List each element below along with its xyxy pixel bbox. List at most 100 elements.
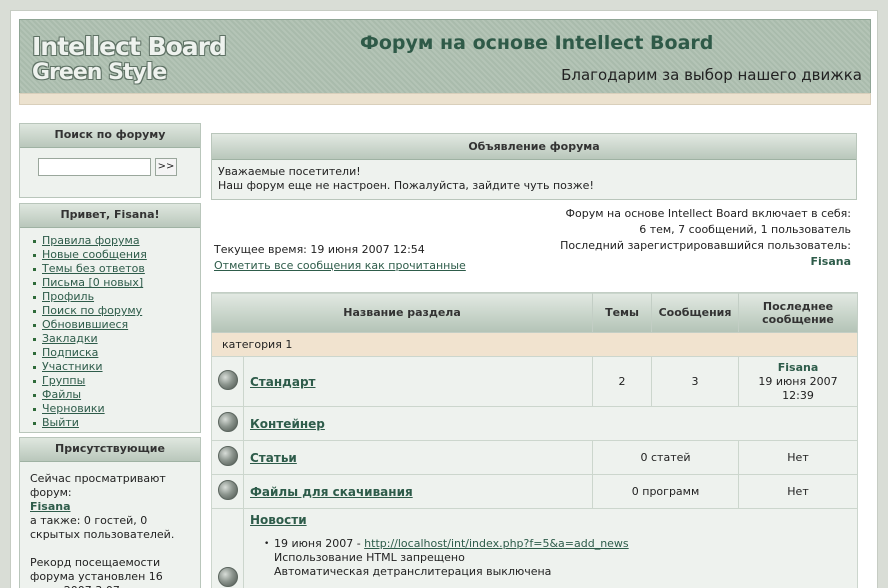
menu-link-members[interactable]: Участники — [42, 360, 103, 373]
col-header-name: Название раздела — [210, 292, 594, 333]
menu-item-files: Файлы — [32, 388, 200, 402]
table-row: Статьи 0 статей Нет — [211, 440, 859, 475]
table-row: Стандарт 2 3 Fisana 19 июня 2007 12:39 — [211, 356, 859, 407]
menu-link-updated[interactable]: Обновившиеся — [42, 318, 128, 331]
present-title: Присутствующие — [20, 438, 200, 462]
last-post-time: 12:39 — [782, 388, 814, 402]
menu-item-search: Поиск по форуму — [32, 304, 200, 318]
menu-link-search[interactable]: Поиск по форуму — [42, 304, 142, 317]
site-header: Intellect Board Green Style Форум на осн… — [19, 19, 871, 103]
stats-line2: 6 тем, 7 сообщений, 1 пользователь — [639, 223, 851, 236]
logo-line1[interactable]: Intellect Board — [32, 32, 227, 61]
forum-table: Название раздела Темы Сообщения Последне… — [210, 292, 859, 588]
announcement-line1: Уважаемые посетители! — [218, 165, 361, 178]
programs-count: 0 программ — [592, 474, 740, 509]
menu-item-messages: Письма [0 новых] — [32, 276, 200, 290]
present-line2: а также: 0 гостей, 0 скрытых пользовател… — [30, 514, 175, 541]
last-post: Нет — [738, 474, 859, 509]
news-item: • 19 июня 2007 - http://localhost/int/in… — [264, 537, 857, 551]
menu-item-new-posts: Новые сообщения — [32, 248, 200, 262]
news-note: Автоматическая детранслитерация выключен… — [274, 565, 552, 578]
forum-link[interactable]: Новости — [244, 513, 307, 527]
menu-link-new-posts[interactable]: Новые сообщения — [42, 248, 147, 261]
col-header-topics: Темы — [592, 292, 653, 333]
stats-line3: Последний зарегистрировавшийся пользоват… — [560, 239, 851, 252]
category-row: категория 1 — [210, 332, 859, 357]
present-panel: Присутствующие Сейчас просматривают фору… — [19, 437, 201, 588]
menu-link-rules[interactable]: Правила форума — [42, 234, 140, 247]
posts-count: 3 — [651, 356, 740, 407]
bullet-icon: • — [264, 539, 270, 549]
search-panel: Поиск по форуму >> — [19, 123, 201, 198]
last-post: Fisana 19 июня 2007 12:39 — [738, 356, 859, 407]
news-link[interactable]: http://localhost/int/index.php?f=5&a=add… — [364, 537, 629, 550]
menu-link-profile[interactable]: Профиль — [42, 290, 94, 303]
table-row: Контейнер — [211, 406, 859, 441]
user-menu: Правила форума Новые сообщения Темы без … — [20, 228, 200, 434]
last-post-date: 19 июня 2007 — [758, 374, 838, 388]
menu-item-logout: Выйти — [32, 416, 200, 430]
forum-link[interactable]: Статьи — [244, 451, 297, 465]
menu-link-messages[interactable]: Письма [0 новых] — [42, 276, 143, 289]
table-row: Файлы для скачивания 0 программ Нет — [211, 474, 859, 509]
forum-link[interactable]: Стандарт — [244, 375, 315, 389]
announcement-title: Объявление форума — [212, 134, 856, 160]
menu-link-drafts[interactable]: Черновики — [42, 402, 105, 415]
menu-link-groups[interactable]: Группы — [42, 374, 85, 387]
menu-item-subscriptions: Подписка — [32, 346, 200, 360]
present-record: Рекорд посещаемости форума установлен 16… — [30, 556, 163, 588]
user-menu-panel: Привет, Fisana! Правила форума Новые соо… — [19, 203, 201, 433]
menu-item-bookmarks: Закладки — [32, 332, 200, 346]
table-header-row: Название раздела Темы Сообщения Последне… — [210, 292, 859, 333]
category-title[interactable]: категория 1 — [210, 332, 859, 357]
menu-item-rules: Правила форума — [32, 234, 200, 248]
news-list: • 19 июня 2007 - http://localhost/int/in… — [244, 527, 857, 579]
col-header-last: Последнее сообщение — [738, 292, 859, 333]
announcement-panel: Объявление форума Уважаемые посетители! … — [211, 133, 857, 200]
articles-count: 0 статей — [592, 440, 740, 475]
forum-status-icon — [217, 412, 238, 432]
main-content: Объявление форума Уважаемые посетители! … — [210, 133, 859, 588]
announcement-line2: Наш форум еще не настроен. Пожалуйста, з… — [218, 179, 594, 192]
last-post: Нет — [738, 440, 859, 475]
logo-line2[interactable]: Green Style — [32, 60, 167, 85]
menu-item-profile: Профиль — [32, 290, 200, 304]
forum-info: Текущее время: 19 июня 2007 12:54 Отмети… — [211, 200, 857, 292]
search-input[interactable] — [38, 158, 151, 176]
present-line1: Сейчас просматривают форум: — [30, 472, 166, 499]
site-subtitle: Благодарим за выбор нашего движка — [561, 66, 862, 84]
newest-user-link[interactable]: Fisana — [560, 254, 851, 270]
forum-status-icon — [217, 480, 238, 500]
forum-link[interactable]: Контейнер — [244, 417, 325, 431]
current-time: Текущее время: 19 июня 2007 12:54 — [214, 243, 425, 256]
search-panel-title: Поиск по форуму — [20, 124, 200, 148]
forum-status-icon — [217, 446, 238, 466]
menu-item-drafts: Черновики — [32, 402, 200, 416]
present-user-link[interactable]: Fisana — [30, 500, 190, 514]
forum-stats: Форум на основе Intellect Board включает… — [560, 206, 851, 270]
forum-status-icon — [217, 567, 238, 587]
forum-link[interactable]: Файлы для скачивания — [244, 485, 413, 499]
site-title: Форум на основе Intellect Board — [360, 32, 714, 54]
header-bar — [19, 93, 871, 105]
menu-item-updated: Обновившиеся — [32, 318, 200, 332]
present-body: Сейчас просматривают форум: Fisana а так… — [20, 462, 200, 588]
menu-link-files[interactable]: Файлы — [42, 388, 81, 401]
menu-link-bookmarks[interactable]: Закладки — [42, 332, 98, 345]
forum-status-icon — [217, 370, 238, 390]
table-row: Новости • 19 июня 2007 - http://localhos… — [211, 508, 859, 588]
menu-item-members: Участники — [32, 360, 200, 374]
page: Intellect Board Green Style Форум на осн… — [10, 10, 878, 588]
stats-line1: Форум на основе Intellect Board включает… — [565, 207, 851, 220]
last-post-user[interactable]: Fisana — [739, 361, 857, 375]
greeting-title: Привет, Fisana! — [20, 204, 200, 228]
menu-link-unanswered[interactable]: Темы без ответов — [42, 262, 145, 275]
menu-link-logout[interactable]: Выйти — [42, 416, 79, 429]
news-note: Использование HTML запрещено — [274, 551, 465, 564]
news-date: 19 июня 2007 - — [274, 537, 361, 550]
mark-all-read-link[interactable]: Отметить все сообщения как прочитанные — [214, 259, 466, 272]
col-header-posts: Сообщения — [651, 292, 740, 333]
search-button[interactable]: >> — [155, 158, 177, 176]
menu-item-unanswered: Темы без ответов — [32, 262, 200, 276]
menu-link-subscriptions[interactable]: Подписка — [42, 346, 98, 359]
